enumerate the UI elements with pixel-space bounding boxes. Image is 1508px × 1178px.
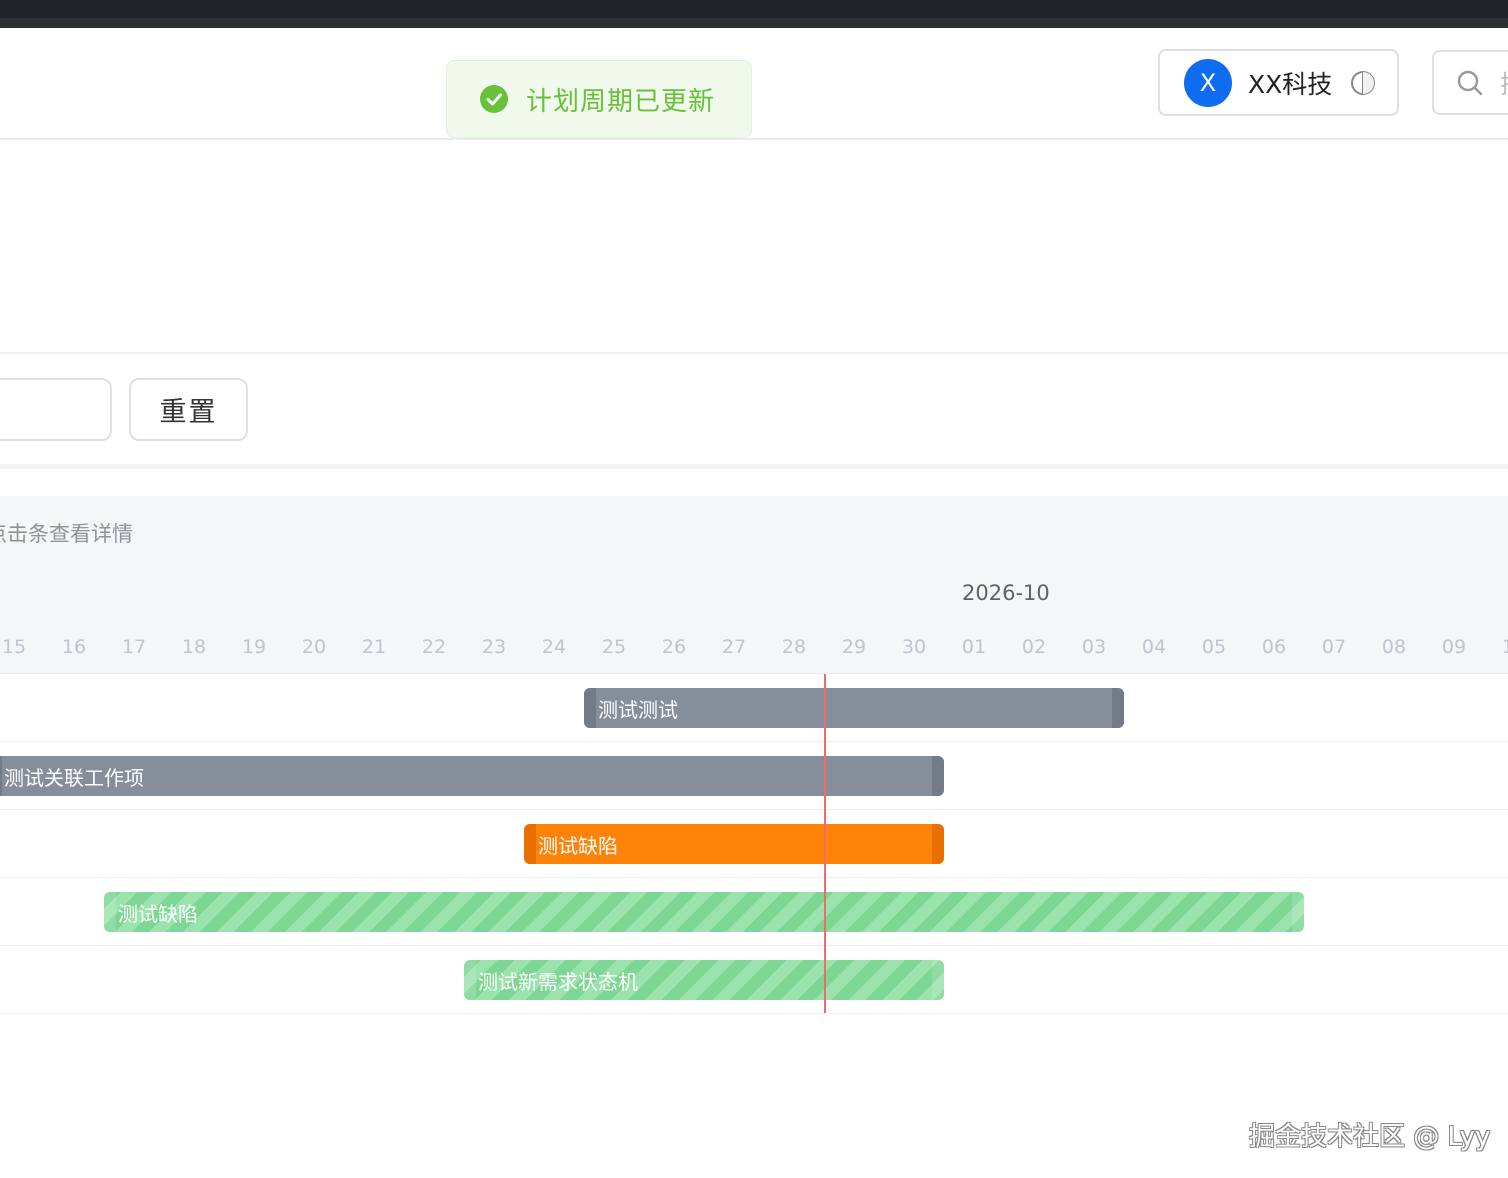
task-label: 测试关联工作项 bbox=[4, 765, 144, 790]
task-label: 测试缺陷 bbox=[118, 901, 198, 926]
day-tick-label: 21 bbox=[361, 636, 387, 658]
gantt-task-bar[interactable]: 测试新需求状态机 bbox=[464, 960, 944, 1000]
gantt-day-scale: 15 16 17 18 19 20 21 22 23 24 25 26 27 28 29 30 01 02 03 04… bbox=[0, 636, 1508, 662]
bar-left-handle[interactable] bbox=[584, 688, 596, 728]
gantt-task-bar[interactable]: 测试缺陷 bbox=[104, 892, 1304, 932]
bar-right-handle[interactable] bbox=[932, 824, 944, 864]
switch-icon[interactable] bbox=[1350, 70, 1376, 96]
day-tick-label: 06 bbox=[1261, 636, 1287, 658]
task-label: 测试新需求状态机 bbox=[478, 969, 638, 994]
day-tick-label: 26 bbox=[661, 636, 687, 658]
row-divider bbox=[0, 945, 1508, 946]
day-tick-label: 20 bbox=[301, 636, 327, 658]
organization-switcher[interactable]: X XX科技 bbox=[1158, 49, 1399, 116]
gantt-task-bar[interactable]: 测试缺陷 bbox=[524, 824, 944, 864]
day-tick-label: 23 bbox=[481, 636, 507, 658]
row-divider bbox=[0, 809, 1508, 810]
task-label: 测试测试 bbox=[598, 697, 678, 722]
day-tick-label: 25 bbox=[601, 636, 627, 658]
bar-left-handle[interactable] bbox=[524, 824, 536, 864]
bar-right-handle[interactable] bbox=[932, 960, 944, 1000]
row-divider bbox=[0, 673, 1508, 674]
today-marker bbox=[824, 674, 826, 1013]
bar-left-handle[interactable] bbox=[104, 892, 116, 932]
day-tick-label: 08 bbox=[1381, 636, 1407, 658]
day-tick-label: 16 bbox=[61, 636, 87, 658]
day-tick-label: 19 bbox=[241, 636, 267, 658]
row-divider bbox=[0, 877, 1508, 878]
global-search-input[interactable]: 搜 bbox=[1432, 50, 1508, 115]
day-tick-label: 28 bbox=[781, 636, 807, 658]
toast-message: 计划周期已更新 bbox=[526, 86, 716, 117]
check-circle-icon bbox=[480, 85, 508, 113]
day-tick-label: 18 bbox=[181, 636, 207, 658]
gantt-task-bar[interactable]: 测试测试 bbox=[584, 688, 1124, 728]
org-name: XX科技 bbox=[1248, 69, 1333, 99]
day-tick-label: 03 bbox=[1081, 636, 1107, 658]
day-tick-label: 05 bbox=[1201, 636, 1227, 658]
day-tick-label: 29 bbox=[841, 636, 867, 658]
gantt-task-bar[interactable]: 测试关联工作项 bbox=[0, 756, 944, 796]
success-toast: 计划周期已更新 bbox=[446, 60, 752, 138]
bar-right-handle[interactable] bbox=[932, 756, 944, 796]
day-tick-label: 07 bbox=[1321, 636, 1347, 658]
divider bbox=[0, 464, 1508, 469]
gantt-month-label: 2026-10 bbox=[962, 581, 1050, 605]
day-tick-label: 22 bbox=[421, 636, 447, 658]
row-divider bbox=[0, 1013, 1508, 1014]
day-tick-label: 24 bbox=[541, 636, 567, 658]
day-tick-label: 27 bbox=[721, 636, 747, 658]
bar-right-handle[interactable] bbox=[1112, 688, 1124, 728]
watermark: 掘金技术社区 @ Lyy bbox=[1249, 1122, 1491, 1152]
bar-right-handle[interactable] bbox=[1292, 892, 1304, 932]
day-tick-label: 01 bbox=[961, 636, 987, 658]
window-top-bar bbox=[0, 0, 1508, 28]
divider bbox=[0, 352, 1508, 354]
org-avatar: X bbox=[1184, 58, 1232, 107]
bar-left-handle[interactable] bbox=[464, 960, 476, 1000]
task-label: 测试缺陷 bbox=[538, 833, 618, 858]
row-divider bbox=[0, 741, 1508, 742]
day-tick-label: 10 bbox=[1501, 636, 1508, 658]
bar-left-handle[interactable] bbox=[0, 756, 2, 796]
day-tick-label: 17 bbox=[121, 636, 147, 658]
day-tick-label: 15 bbox=[1, 636, 27, 658]
gantt-hint: 点击条查看详情 bbox=[0, 522, 133, 546]
reset-button[interactable]: 重置 bbox=[129, 378, 248, 441]
day-tick-label: 04 bbox=[1141, 636, 1167, 658]
search-icon bbox=[1457, 70, 1483, 95]
filter-input[interactable] bbox=[0, 378, 112, 441]
day-tick-label: 09 bbox=[1441, 636, 1467, 658]
day-tick-label: 30 bbox=[901, 636, 927, 658]
day-tick-label: 02 bbox=[1021, 636, 1047, 658]
search-placeholder: 搜 bbox=[1500, 65, 1508, 101]
